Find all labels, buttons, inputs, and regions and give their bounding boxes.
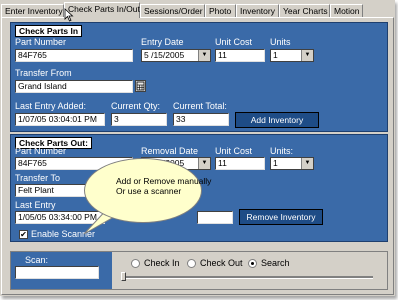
app-window: Enter Inventory Check Parts In/Out Sessi… — [0, 0, 395, 296]
current-qty-value: 3 — [111, 113, 167, 126]
tab-photo[interactable]: Photo — [205, 4, 236, 17]
current-qty-label: Current Qty: — [111, 101, 161, 111]
enable-scanner-checkbox[interactable]: ✔ — [19, 230, 28, 239]
tab-strip: Enter Inventory Check Parts In/Out Sessi… — [0, 2, 395, 18]
unit-cost-label: Unit Cost — [215, 37, 253, 47]
chevron-down-icon[interactable]: ▼ — [198, 50, 210, 61]
tab-check-parts[interactable]: Check Parts In/Out — [64, 2, 140, 18]
last-entry-added-label: Last Entry Added: — [15, 101, 87, 111]
tab-motion[interactable]: Motion — [330, 4, 363, 17]
mouse-cursor-icon — [64, 8, 74, 22]
units-value: 1 — [273, 50, 278, 60]
tab-sessions-order[interactable]: Sessions/Order — [140, 4, 205, 17]
entry-date-label: Entry Date — [141, 37, 184, 47]
check-in-header: Check Parts In — [15, 25, 83, 37]
radio-search-label: Search — [261, 258, 290, 268]
check-in-panel: Check Parts In Part Number 84F765 Entry … — [10, 22, 388, 132]
tab-year-charts[interactable]: Year Charts — [279, 4, 330, 17]
radio-check-out[interactable] — [187, 259, 196, 268]
radio-check-in-label: Check In — [144, 258, 180, 268]
scan-label: Scan: — [25, 255, 49, 265]
transfer-to-label: Transfer To — [15, 173, 61, 183]
out-units-label: Units: — [270, 146, 294, 156]
part-number-input[interactable]: 84F765 — [15, 49, 133, 62]
slider-track — [123, 276, 373, 279]
out-total-field — [197, 211, 233, 224]
tab-enter-inventory[interactable]: Enter Inventory — [1, 4, 64, 17]
chevron-down-icon[interactable]: ▼ — [198, 158, 210, 169]
remove-inventory-button[interactable]: Remove Inventory — [239, 209, 323, 225]
current-total-value: 33 — [173, 113, 229, 126]
out-unit-cost-input[interactable]: 11 — [215, 157, 265, 170]
tab-inventory[interactable]: Inventory — [236, 4, 279, 17]
out-unit-cost-label: Unit Cost — [215, 146, 253, 156]
last-entry-added-value: 1/07/05 03:04:01 PM — [15, 113, 105, 126]
add-inventory-button[interactable]: Add Inventory — [235, 112, 319, 128]
removal-date-label: Removal Date — [141, 146, 199, 156]
callout-text: Add or Remove manually Or use a scanner — [116, 176, 211, 196]
entry-date-value: 5 /15/2005 — [144, 50, 185, 60]
scan-panel: Scan: Check In Check Out Search — [10, 251, 388, 290]
radio-search[interactable] — [248, 259, 257, 268]
calculator-icon[interactable] — [135, 80, 146, 92]
scan-input[interactable] — [15, 266, 99, 279]
last-entry-label: Last Entry — [15, 200, 56, 210]
out-part-number-label: Part Number — [15, 146, 67, 156]
slider-thumb[interactable] — [121, 272, 126, 281]
transfer-from-input[interactable]: Grand Island — [15, 80, 133, 93]
tab-page: Check Parts In Part Number 84F765 Entry … — [1, 17, 394, 295]
transfer-from-label: Transfer From — [15, 68, 72, 78]
unit-cost-input[interactable]: 11 — [215, 49, 265, 62]
radio-check-in[interactable] — [131, 259, 140, 268]
part-number-label: Part Number — [15, 37, 67, 47]
radio-check-out-label: Check Out — [200, 258, 243, 268]
out-units-value: 1 — [273, 158, 278, 168]
chevron-down-icon[interactable]: ▼ — [301, 50, 313, 61]
entry-date-picker[interactable]: 5 /15/2005 ▼ — [141, 49, 211, 62]
out-units-select[interactable]: 1 ▼ — [270, 157, 314, 170]
callout-line-1: Add or Remove manually — [116, 176, 212, 186]
chevron-down-icon[interactable]: ▼ — [301, 158, 313, 169]
callout-line-2: Or use a scanner — [116, 186, 182, 196]
units-label: Units — [270, 37, 291, 47]
units-select[interactable]: 1 ▼ — [270, 49, 314, 62]
current-total-label: Current Total: — [173, 101, 227, 111]
